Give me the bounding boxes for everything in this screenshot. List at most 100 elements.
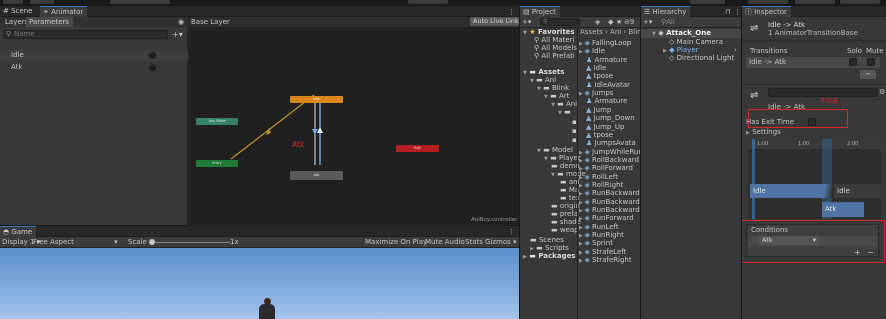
timeline-bar-idle-left[interactable]: Idle [750,184,826,198]
file-item[interactable]: ♟ Armature [586,97,627,105]
file-item[interactable]: ▶ ◈ RollForward [579,164,633,172]
favorites-star-icon[interactable]: ★ [616,18,622,26]
remove-transition-button[interactable]: − [860,70,876,79]
state-node-idle[interactable]: Idle [290,96,343,103]
mute-audio-button[interactable]: Mute Audio [425,238,465,246]
file-item[interactable]: ▲ tpose [586,72,613,80]
hierarchy-search-input[interactable]: ⚲All [661,18,675,26]
add-condition-button[interactable]: + [854,249,861,257]
file-item[interactable]: ▶ ◈ JumpWhileRun [579,148,640,156]
create-button[interactable]: +▾ [643,18,652,26]
auto-live-link-button[interactable]: Auto Live Link [470,17,519,26]
tab-game[interactable]: ◓ Game [0,226,37,237]
create-button[interactable]: +▾ [522,18,531,26]
transition-list-item[interactable]: Idle -> Atk [746,57,880,68]
panel-menu-icon[interactable]: ⋮ [508,228,515,236]
account-button[interactable] [748,0,788,4]
chevron-right-icon[interactable]: › [734,46,737,54]
panel-menu-icon[interactable]: ⋮ [734,8,741,16]
file-item[interactable]: ▶ ◈ Jumps [579,89,613,97]
timeline-bar-atk[interactable]: Atk [822,202,864,217]
file-item[interactable]: ▲ Jump_Up [586,123,624,131]
file-item[interactable]: ▶ ◈ RunBackwardl [579,206,640,214]
animator-graph[interactable]: Base Layer Auto Live Link Idle Any State… [189,17,519,225]
gameobject-directional-light[interactable]: ◇ Directional Light [669,54,734,62]
file-item[interactable]: ▲ Jump_Down [586,114,635,122]
tree-folder-scenes[interactable]: ▬ Scenes [530,236,564,244]
favorites-item[interactable]: ⚲ All Materi [534,36,574,44]
file-item[interactable]: ▶ ◈ StrafeRight [579,256,632,264]
file-item[interactable]: ♟ JumpsAvata [586,139,636,147]
tab-animator[interactable]: ⚭ Animator [40,6,88,17]
tab-inspector[interactable]: ⓘ Inspector [742,6,791,17]
gameobject-main-camera[interactable]: ◇ Main Camera [669,38,723,46]
scale-slider[interactable] [149,239,230,245]
tab-project[interactable]: ▤ Project [520,6,560,17]
state-node-any-state[interactable]: Any State [196,118,238,125]
remove-condition-button[interactable]: − [867,249,874,257]
project-search-input[interactable]: ⚲ [540,18,580,26]
tree-folder-origin[interactable]: ▬ origin [551,202,580,210]
tree-folder-blink[interactable]: ▼ ▬ Blink [537,84,569,92]
condition-row[interactable]: Atk ▾ [749,236,877,246]
packages-folder[interactable]: ▶ ▬ Packages [523,252,575,260]
mute-checkbox[interactable] [867,58,875,66]
parameter-toggle[interactable] [149,52,156,59]
lock-icon[interactable]: ⊓ [725,8,730,16]
file-item[interactable]: ▶ ◈ RollLeft [579,173,618,181]
tree-folder-demo[interactable]: ▬ demo [551,162,580,170]
favorites-header[interactable]: ▼ ★ Favorites [523,28,575,36]
file-item[interactable]: ▶ ◈ RunLeft [579,223,619,231]
file-item[interactable]: ▶ ◈ StrafeLeft [579,248,626,256]
transition-timeline[interactable]: 1:00 1:00 2:00 Idle Idle Atk [748,139,881,219]
filter-by-type-icon[interactable]: ◈ [595,18,600,26]
layers-button[interactable] [795,0,835,4]
tab-scene[interactable]: # Scene [0,6,36,17]
scale-slider-thumb[interactable] [149,239,155,245]
has-exit-time-checkbox[interactable] [808,118,816,126]
gizmos-button[interactable]: Gizmos ▾ [485,238,517,246]
tree-folder-weap[interactable]: ▬ weap [551,226,579,234]
file-item[interactable]: ♟ Armature [586,56,627,64]
parameter-row[interactable]: Atk [0,62,188,73]
file-item[interactable]: ▶ ◈ RollBackward [579,156,639,164]
file-item[interactable]: ▲ Idle [586,64,606,72]
breadcrumb-base-layer[interactable]: Base Layer [191,18,230,26]
file-item[interactable]: ▶ ◈ RunForward [579,214,634,222]
file-item[interactable]: ▶ ◈ FallingLoop [579,39,631,47]
layout-button[interactable] [840,0,880,4]
aspect-select[interactable]: Free Aspect ▾ [33,238,118,246]
state-node-entry[interactable]: Entry [196,160,238,167]
state-node-exit[interactable]: Exit [396,145,439,152]
settings-gear-icon[interactable]: ⚙ [879,88,885,96]
panel-menu-icon[interactable]: ⋮ [508,8,515,16]
tree-folder-ani[interactable]: ▼ ▬ Ani [530,76,556,84]
tool-hand-icon[interactable] [3,0,23,4]
favorites-item[interactable]: ⚲ All Models [534,44,577,52]
game-view[interactable] [0,248,519,319]
file-item[interactable]: ♟ IdleAvatar [586,81,630,89]
filter-by-label-icon[interactable]: ◆ [608,18,613,26]
add-parameter-button[interactable]: +▾ [172,31,183,39]
file-item[interactable]: ▶ ◈ RunBackward [579,189,640,197]
parameter-search-input[interactable]: ⚲ Name [3,30,168,39]
tree-folder-model[interactable]: ▼ ▬ Model [537,146,573,154]
tree-folder-prefa[interactable]: ▬ prefa [551,210,578,218]
collab-button[interactable] [690,0,725,4]
maximize-on-play-button[interactable]: Maximize On Play [365,238,427,246]
timeline-start-marker[interactable] [752,139,755,219]
transition-name-field[interactable] [768,88,878,97]
tab-parameters[interactable]: Parameters [26,17,74,27]
parameter-row[interactable]: Idle [0,50,188,61]
tree-folder-art[interactable]: ▼ ▬ Art [544,92,569,100]
tab-hierarchy[interactable]: ☰ Hierarchy [641,6,691,17]
file-item[interactable]: ▶ ◈ RunBackwardl [579,198,640,206]
gameobject-player[interactable]: ▶ ◆ Player [663,46,699,54]
favorites-item[interactable]: ⚲ All Prefab [534,52,575,60]
stats-button[interactable]: Stats [465,238,483,246]
tree-folder-ani-sub[interactable]: ▼ ▬ Ani [551,100,577,108]
file-item[interactable]: ▶ ◈ RollRight [579,181,623,189]
file-item[interactable]: ▶ ◈ Idle [579,47,605,55]
timeline-bar-idle-right[interactable]: Idle [834,184,881,198]
file-item[interactable]: ▲ Jump [586,106,611,114]
